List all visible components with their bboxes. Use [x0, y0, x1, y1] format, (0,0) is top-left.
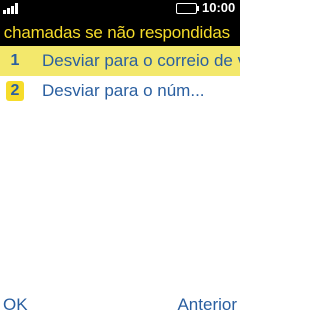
page-title: e chamadas se não respondidas [0, 23, 230, 42]
clock: 10:00 [202, 0, 236, 15]
menu-item-forward-voicemail[interactable]: 1 Desviar para o correio de voz [0, 46, 240, 76]
menu-item-forward-number[interactable]: 2 Desviar para o núm... [0, 76, 240, 106]
ok-softkey[interactable]: OK [3, 294, 28, 316]
status-bar: 10:00 [0, 0, 240, 16]
item-label: Desviar para o correio de voz [42, 51, 240, 70]
menu-list: 1 Desviar para o correio de voz 2 Desvia… [0, 46, 240, 106]
item-number: 2 [6, 81, 24, 101]
battery-icon [176, 3, 199, 14]
title-bar: e chamadas se não respondidas [0, 16, 240, 46]
signal-bars-icon [3, 2, 21, 14]
back-softkey[interactable]: Anterior [177, 294, 237, 316]
item-label: Desviar para o núm... [42, 81, 205, 100]
item-number: 1 [10, 52, 20, 69]
phone-screen: 10:00 e chamadas se não respondidas 1 De… [0, 0, 240, 320]
